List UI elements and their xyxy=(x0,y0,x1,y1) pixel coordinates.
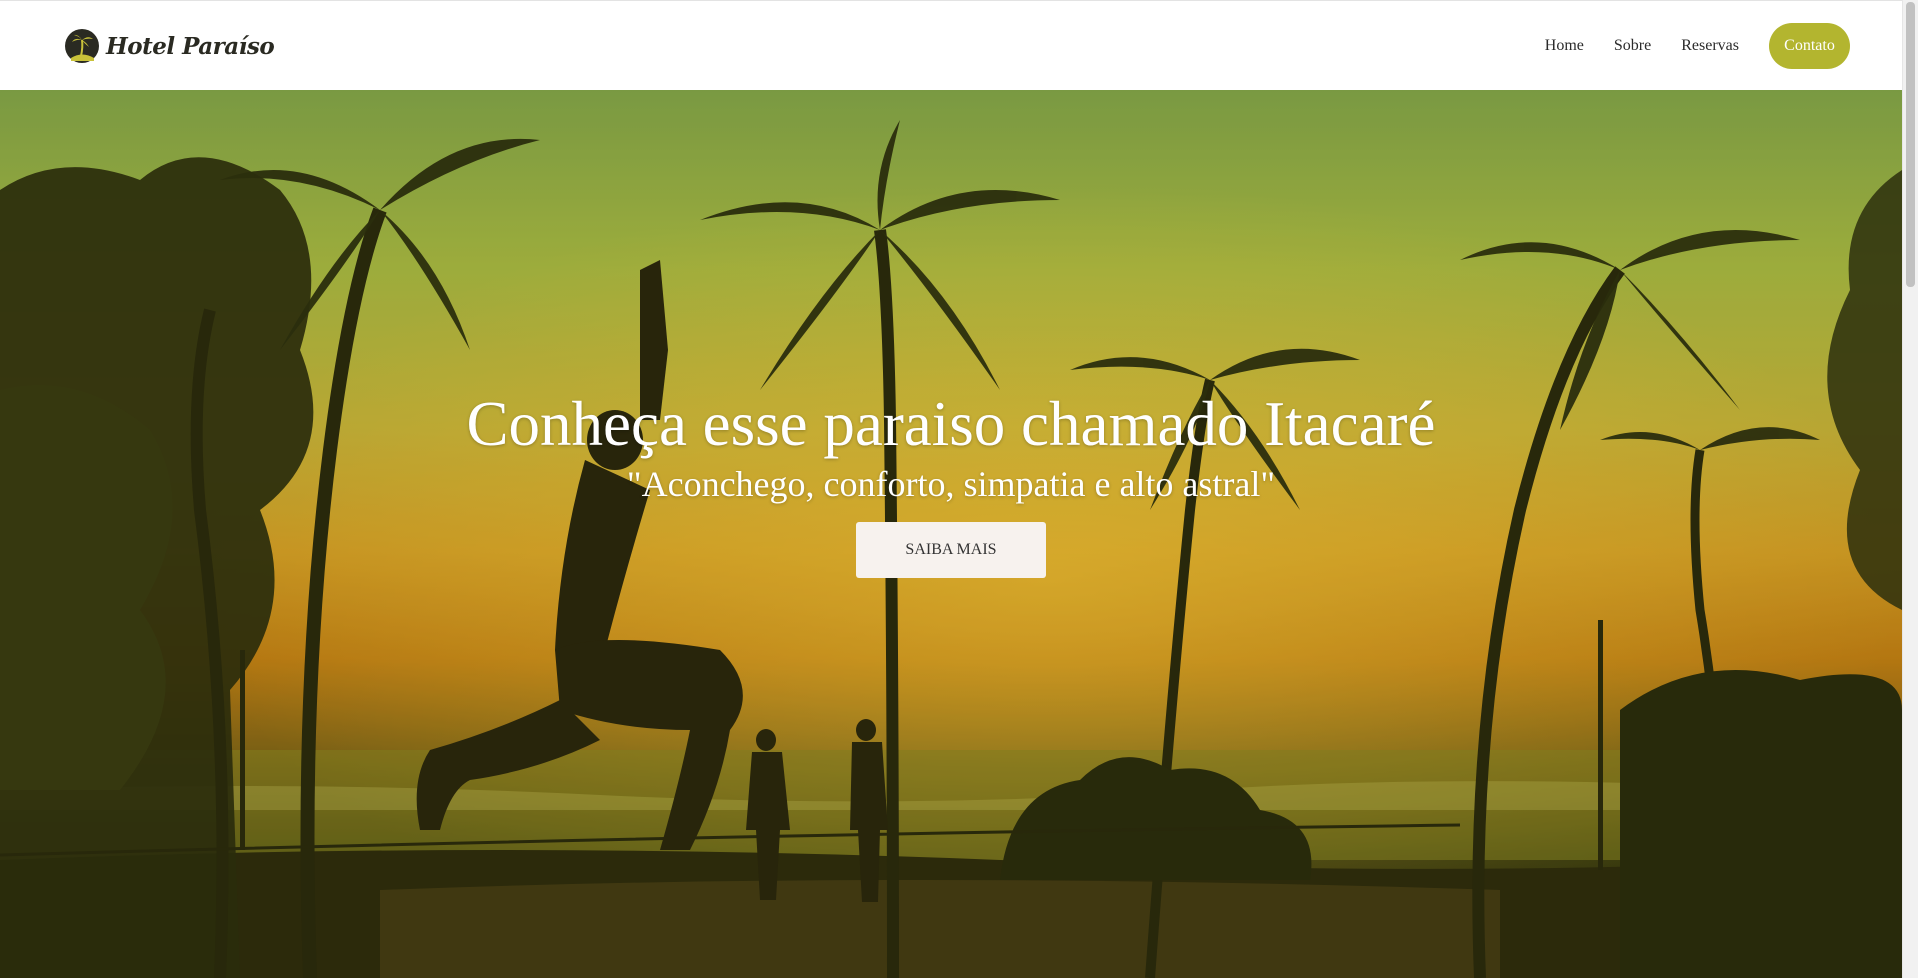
main-nav: Home Sobre Reservas Contato xyxy=(1545,23,1850,69)
hero-section: Conheça esse paraiso chamado Itacaré "Ac… xyxy=(0,90,1902,978)
nav-sobre-link[interactable]: Sobre xyxy=(1614,37,1651,55)
hero-subtitle: "Aconchego, conforto, simpatia e alto as… xyxy=(626,464,1276,504)
saiba-mais-button[interactable]: SAIBA MAIS xyxy=(856,522,1046,578)
nav-home-link[interactable]: Home xyxy=(1545,37,1584,55)
page: Hotel Paraíso Home Sobre Reservas Contat… xyxy=(0,0,1918,978)
page-scrollbar[interactable] xyxy=(1902,0,1918,978)
hero-title: Conheça esse paraiso chamado Itacaré xyxy=(466,389,1436,459)
brand-link[interactable]: Hotel Paraíso xyxy=(64,28,275,64)
palm-tree-logo-icon xyxy=(65,29,99,63)
brand-name: Hotel Paraíso xyxy=(106,32,275,60)
nav-reservas-link[interactable]: Reservas xyxy=(1681,37,1739,55)
site-header: Hotel Paraíso Home Sobre Reservas Contat… xyxy=(0,0,1902,90)
nav-contato-button[interactable]: Contato xyxy=(1769,23,1850,69)
scrollbar-thumb[interactable] xyxy=(1906,2,1915,287)
hero-content: Conheça esse paraiso chamado Itacaré "Ac… xyxy=(0,388,1902,578)
